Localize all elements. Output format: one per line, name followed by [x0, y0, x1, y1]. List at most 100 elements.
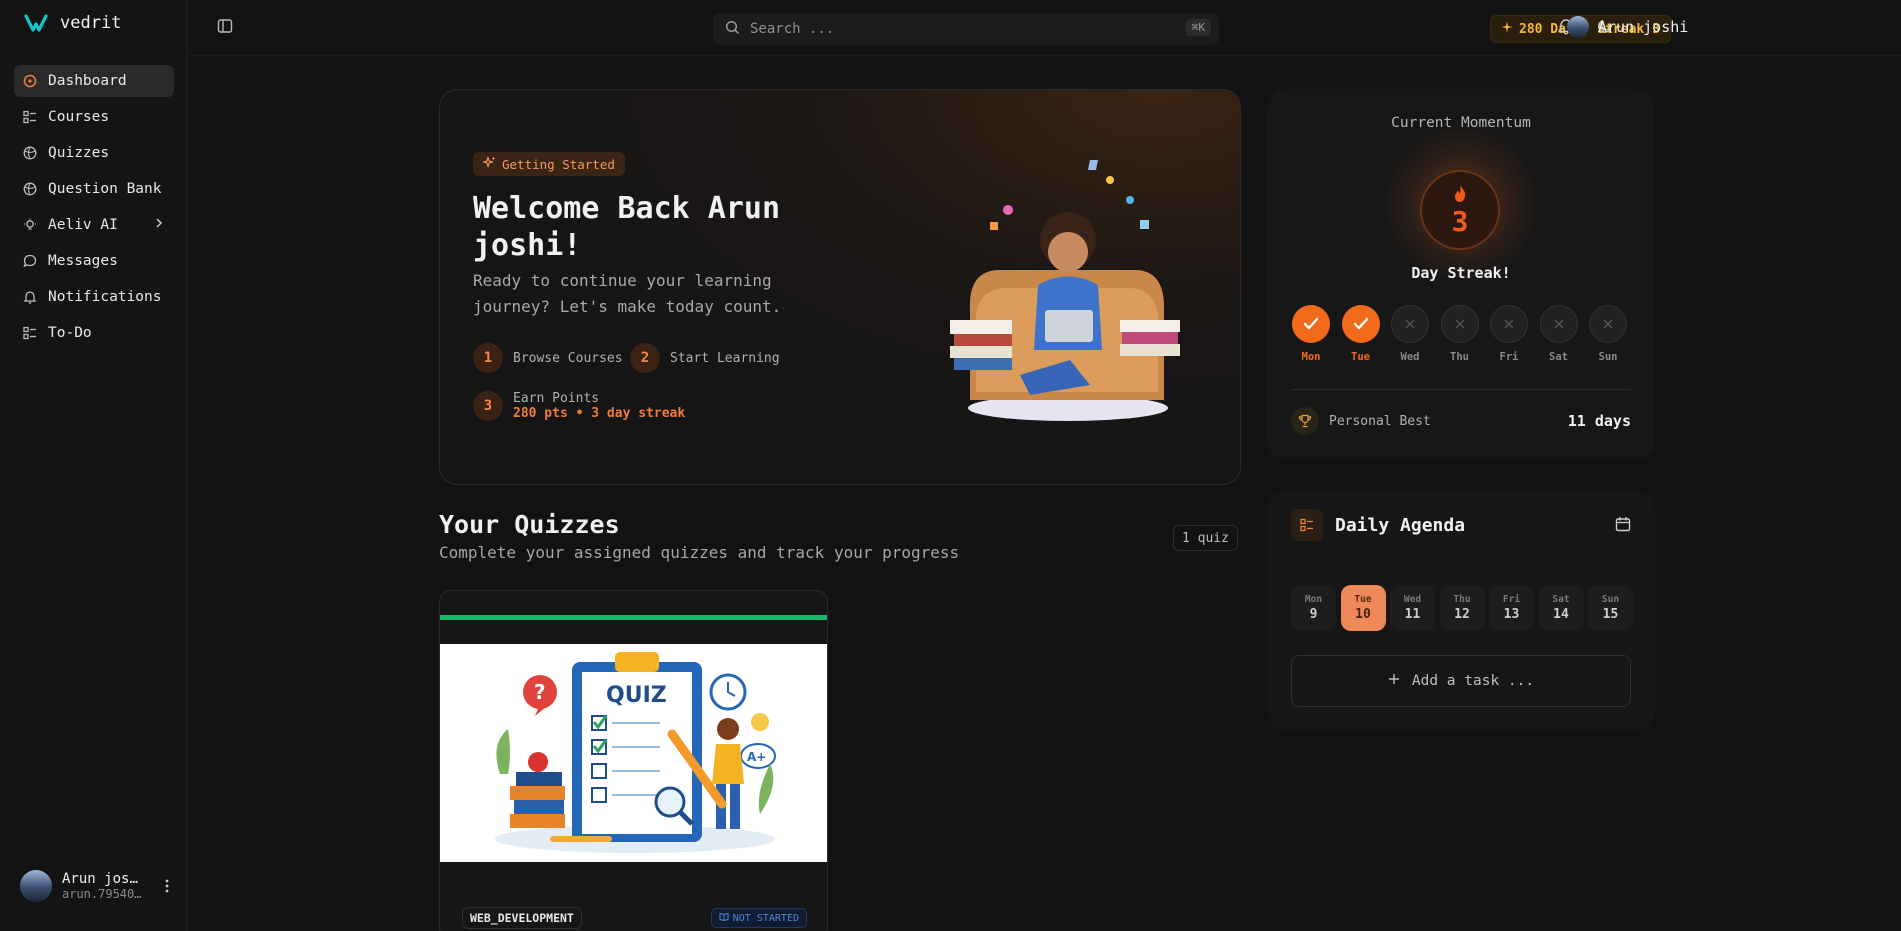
- sidebar-item-todo[interactable]: To-Do: [14, 317, 174, 349]
- x-icon: [1589, 305, 1627, 343]
- agenda-day-date: 14: [1553, 607, 1569, 622]
- agenda-day-mon[interactable]: Mon 9: [1291, 585, 1336, 631]
- day-label: Sat: [1549, 351, 1568, 363]
- streak-day-sun: Sun: [1589, 305, 1627, 363]
- sidebar-item-aeliv-ai[interactable]: Aeliv AI: [14, 209, 174, 241]
- sidebar-user-name: Arun joshi: [62, 871, 142, 887]
- search-placeholder: Search ...: [750, 21, 835, 37]
- agenda-day-date: 12: [1454, 607, 1470, 622]
- step-browse-courses[interactable]: 1 Browse Courses: [473, 343, 623, 373]
- agenda-day-name: Tue: [1354, 594, 1372, 605]
- streak-day-thu: Thu: [1440, 305, 1479, 363]
- day-label: Tue: [1351, 351, 1370, 363]
- check-icon: [1292, 305, 1330, 343]
- agenda-day-fri[interactable]: Fri 13: [1489, 585, 1534, 631]
- agenda-day-name: Fri: [1502, 594, 1521, 605]
- quiz-count-badge: 1 quiz: [1173, 525, 1238, 551]
- personal-best-value: 11 days: [1567, 412, 1631, 430]
- x-icon: [1391, 305, 1429, 343]
- x-icon: [1440, 305, 1479, 343]
- agenda-day-name: Mon: [1304, 594, 1323, 605]
- day-label: Sun: [1598, 351, 1618, 363]
- add-task-button[interactable]: Add a task ...: [1291, 655, 1631, 707]
- sidebar-item-dashboard[interactable]: Dashboard: [14, 65, 174, 97]
- sidebar-item-quizzes[interactable]: Quizzes: [14, 137, 174, 169]
- search-input[interactable]: Search ... ⌘K: [713, 13, 1219, 45]
- agenda-day-sat[interactable]: Sat 14: [1538, 585, 1584, 631]
- quiz-status-label: NOT STARTED: [732, 912, 799, 924]
- divider: [1291, 389, 1631, 390]
- sidebar-item-label: Aeliv AI: [48, 217, 118, 233]
- sidebar-item-messages[interactable]: Messages: [14, 245, 174, 277]
- sidebar-item-courses[interactable]: Courses: [14, 101, 174, 133]
- agenda-day-date: 13: [1503, 607, 1520, 622]
- bell-icon: [22, 289, 38, 305]
- quiz-status-badge: NOT STARTED: [710, 908, 807, 928]
- agenda-day-date: 15: [1602, 607, 1619, 622]
- streak-day-mon: Mon: [1292, 305, 1330, 363]
- day-label: Fri: [1499, 351, 1519, 363]
- sidebar-item-label: Courses: [48, 109, 110, 125]
- avatar: [20, 870, 52, 902]
- agenda-header: Daily Agenda: [1291, 509, 1465, 541]
- search-shortcut: ⌘K: [1185, 19, 1211, 36]
- agenda-day-name: Sat: [1552, 594, 1570, 605]
- getting-started-chip: Getting Started: [473, 152, 625, 176]
- agenda-day-tue[interactable]: Tue 10: [1340, 585, 1386, 631]
- calendar-icon[interactable]: [1615, 516, 1631, 536]
- todo-icon: [22, 325, 38, 341]
- quizzes-section-subtitle: Complete your assigned quizzes and track…: [439, 543, 960, 562]
- chevron-right-icon: [154, 216, 164, 234]
- day-label: Wed: [1400, 351, 1420, 363]
- x-icon: [1490, 305, 1528, 343]
- sidebar-toggle-icon[interactable]: [217, 18, 233, 38]
- sidebar-user-email: arun.79540...: [62, 887, 142, 901]
- lightbulb-icon: [22, 217, 38, 233]
- svg-text:A+: A+: [747, 750, 766, 764]
- sidebar-user[interactable]: Arun joshi arun.79540...: [20, 870, 170, 902]
- agenda-day-wed[interactable]: Wed 11: [1390, 585, 1435, 631]
- welcome-subtitle: Ready to continue your learning journey?…: [473, 271, 782, 316]
- more-vertical-icon[interactable]: [164, 878, 170, 898]
- vedrit-logo-icon: [24, 14, 48, 32]
- brand-name: vedrit: [60, 13, 122, 33]
- agenda-day-name: Sun: [1601, 594, 1620, 605]
- quizzes-section-title: Your Quizzes: [439, 510, 620, 539]
- brand-logo[interactable]: vedrit: [24, 13, 121, 33]
- sidebar-item-label: To-Do: [48, 325, 92, 341]
- step-label: Start Learning: [670, 350, 780, 366]
- quizzes-icon: [22, 145, 38, 161]
- streak-flame-badge: 3: [1420, 170, 1500, 250]
- quiz-card[interactable]: ? QUIZ A+ WEB_DEVELOPMENT NOT STARTED: [439, 590, 828, 931]
- agenda-day-sun[interactable]: Sun 15: [1588, 585, 1633, 631]
- svg-text:QUIZ: QUIZ: [606, 683, 667, 708]
- agenda-day-thu[interactable]: Thu 12: [1439, 585, 1485, 631]
- streak-day-wed: Wed: [1391, 305, 1429, 363]
- welcome-title: Welcome Back Arun joshi!: [473, 191, 781, 263]
- quiz-category-tag: WEB_DEVELOPMENT: [462, 907, 582, 929]
- courses-icon: [22, 109, 38, 125]
- sidebar-item-label: Quizzes: [48, 145, 110, 161]
- sidebar-item-question-bank[interactable]: Question Bank: [14, 173, 174, 205]
- user-name: Arun joshi: [1598, 18, 1689, 36]
- agenda-day-picker: Mon 9 Tue 10 Wed 11 Thu 12 Fri 13 Sat 14 Sun 15: [1291, 585, 1633, 631]
- dashboard-icon: [22, 73, 38, 89]
- day-label: Thu: [1450, 351, 1469, 363]
- top-bar: Search ... ⌘K 280 Daily Streak 3 Arun jo…: [189, 0, 1901, 56]
- sidebar-item-notifications[interactable]: Notifications: [14, 281, 174, 313]
- check-icon: [1341, 305, 1380, 343]
- personal-best-label: Personal Best: [1329, 413, 1431, 429]
- quiz-illustration: ? QUIZ A+: [495, 652, 776, 853]
- user-menu[interactable]: Arun joshi: [1567, 16, 1688, 38]
- step-label: Browse Courses: [513, 350, 623, 366]
- step-earn-points[interactable]: 3 Earn Points 280 pts • 3 day streak: [473, 391, 685, 421]
- agenda-day-date: 11: [1404, 607, 1421, 622]
- step-start-learning[interactable]: 2 Start Learning: [630, 343, 780, 373]
- daily-agenda-card: Daily Agenda Mon 9 Tue 10 Wed 11 Thu 12 Fri 1…: [1267, 490, 1655, 730]
- welcome-card: Getting Started Welcome Back Arun joshi!…: [439, 89, 1241, 485]
- step-label: Earn Points: [513, 391, 600, 406]
- momentum-card: Current Momentum 3 Day Streak! Mon Tue W…: [1267, 89, 1655, 459]
- step-number: 2: [630, 343, 660, 373]
- quiz-progress-bar: [440, 615, 827, 620]
- step-points-streak: 280 pts • 3 day streak: [513, 406, 686, 421]
